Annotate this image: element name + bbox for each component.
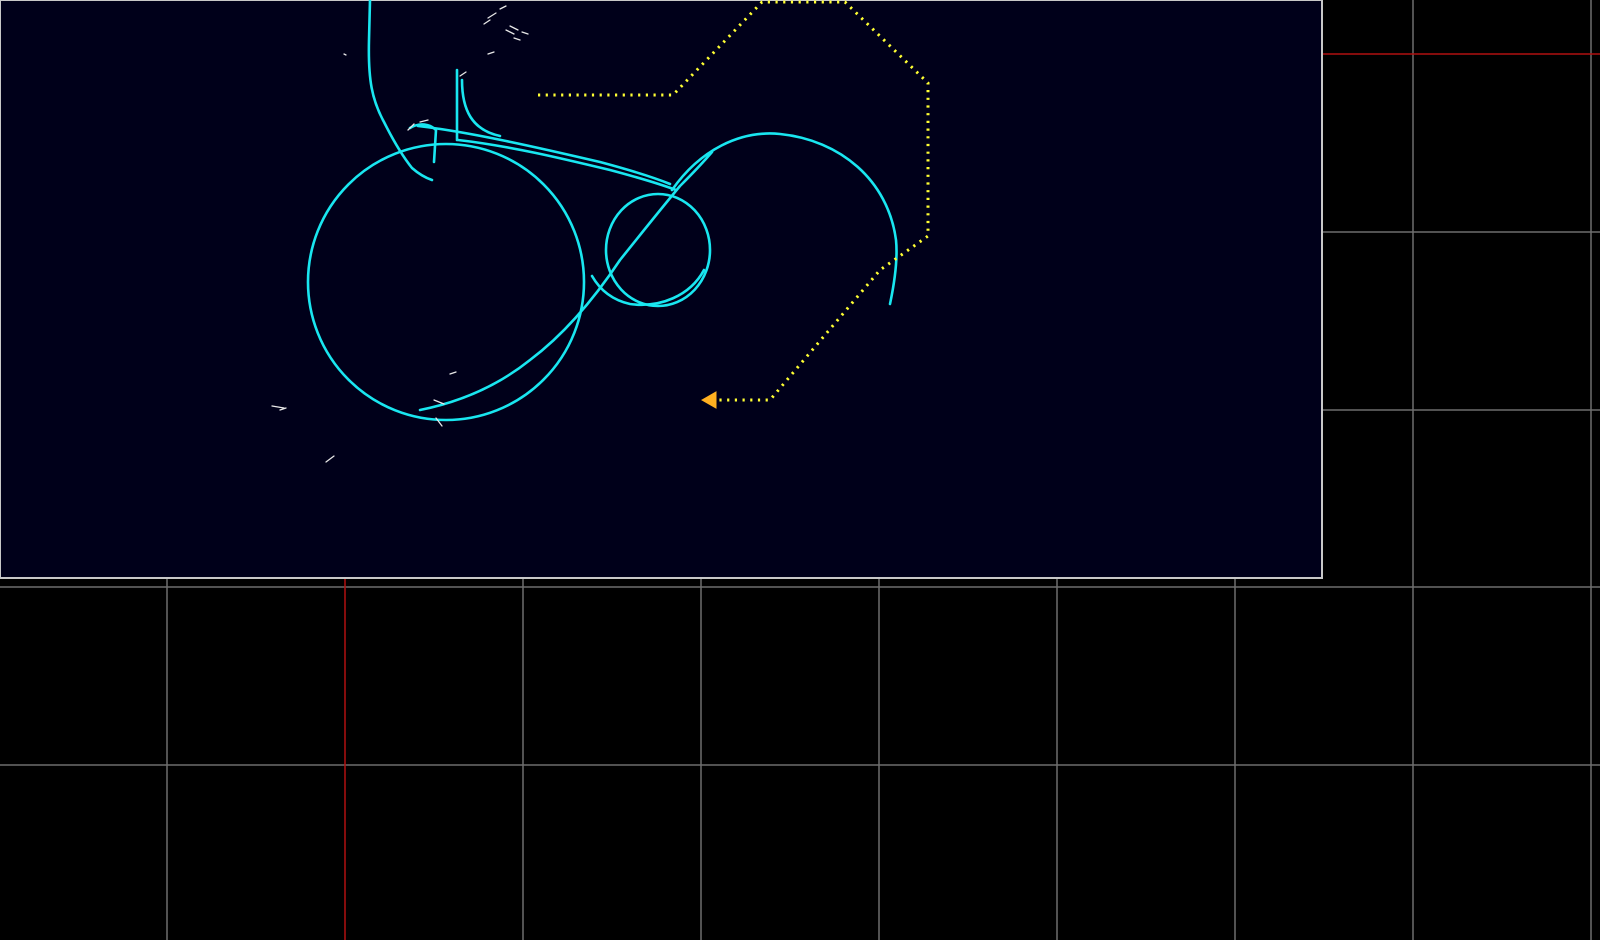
clutter-speck (343, 53, 347, 56)
plot-surface[interactable] (0, 0, 1600, 940)
radar-inset[interactable] (0, 0, 1323, 579)
radar-inset-panel[interactable] (0, 0, 1323, 579)
plot-canvas[interactable] (0, 0, 1600, 940)
